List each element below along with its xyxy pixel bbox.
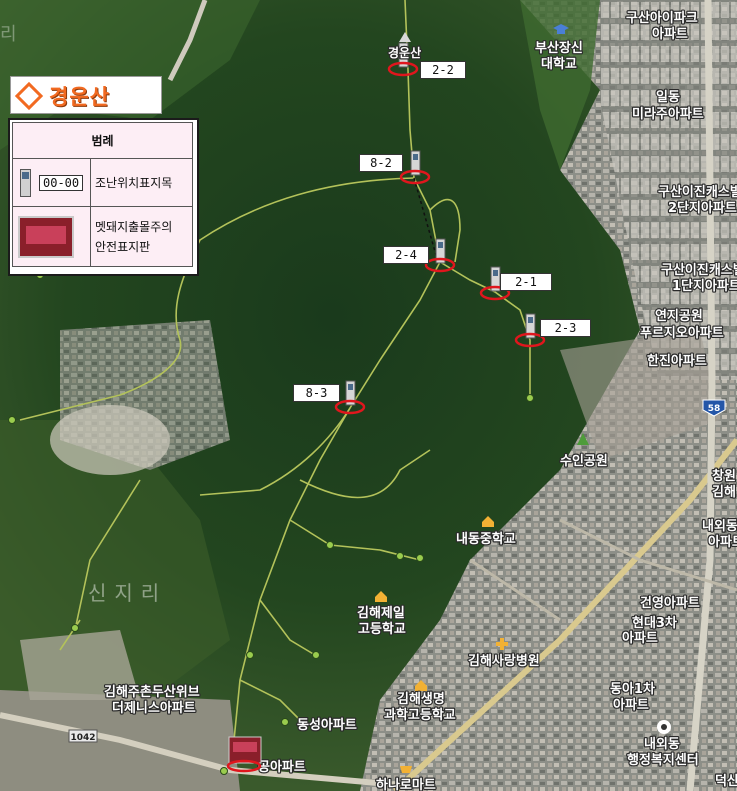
- label-saengmyeong-2: 과학고등학교: [384, 707, 456, 723]
- legend-row2-label-1: 멧돼지출몰주의: [95, 219, 173, 234]
- marker-code-8-3: 8-3: [293, 384, 340, 402]
- marker-code-2-3: 2-3: [540, 319, 591, 337]
- legend-header: 범례: [12, 122, 193, 159]
- label-university-2: 대학교: [541, 56, 577, 72]
- label-sinjiri: 신지리: [88, 581, 167, 605]
- label-geonyeong: 건영아파트: [640, 595, 700, 611]
- svg-text:58: 58: [708, 404, 721, 414]
- label-gusan-ipark-2: 아파트: [652, 26, 688, 42]
- label-gusan1-2: 1단지아파트: [672, 278, 737, 294]
- marker-post-window-3: [493, 270, 498, 276]
- label-university-1: 부산장신: [535, 40, 583, 56]
- label-naeoe-1: 내외동: [702, 518, 737, 534]
- label-gusan2-2: 2단지아파트: [668, 200, 737, 216]
- legend-code-sample: 00-00: [39, 174, 84, 191]
- label-saengmyeong-1: 김해생명: [397, 691, 445, 707]
- marker-post-window-4: [528, 317, 533, 323]
- marker-code-8-2: 8-2: [359, 154, 403, 172]
- label-deoksan: 덕산: [715, 773, 737, 789]
- label-peak: 경운산: [388, 45, 421, 60]
- marker-code-2-4: 2-4: [383, 246, 429, 264]
- label-gong: 공아파트: [258, 759, 306, 775]
- label-jeil-2: 고등학교: [358, 621, 406, 637]
- label-gusan-ipark-1: 구산아이파크: [626, 10, 698, 26]
- label-welfare-1: 내외동: [644, 736, 680, 752]
- label-welfare-2: 행정복지센터: [627, 752, 699, 768]
- label-duksan-1: 김해주촌두산위브: [104, 684, 200, 700]
- label-hanjin: 한진아파트: [647, 353, 707, 369]
- svg-text:1042: 1042: [70, 733, 95, 743]
- label-yeonji-1: 연지공원: [655, 309, 703, 324]
- label-gusan2-1: 구산이진캐스빌: [658, 184, 737, 200]
- label-yeonji-2: 푸르지오아파트: [640, 325, 724, 341]
- legend-row2-label-2: 안전표지판: [95, 239, 151, 254]
- label-donga-1: 동아1차: [610, 681, 655, 697]
- label-dongseong: 동성아파트: [297, 717, 357, 733]
- diamond-icon: [14, 81, 44, 111]
- government-icon: [657, 720, 671, 734]
- label-gusan1-1: 구산이진캐스빌: [661, 262, 737, 278]
- label-donga-2: 아파트: [613, 697, 649, 713]
- marker-code-2-2: 2-2: [420, 61, 466, 79]
- label-changwon-1: 창원: [712, 468, 736, 484]
- map-title: 경운산: [49, 85, 110, 109]
- label-naedong-mid: 내동중학교: [456, 531, 516, 547]
- marker-code-2-1: 2-1: [500, 273, 552, 291]
- map-title-box: 경운산: [10, 76, 162, 114]
- label-changwon-2: 김해: [712, 484, 736, 500]
- mart-icon: [400, 766, 412, 773]
- marker-post-window-1: [413, 154, 418, 160]
- label-naeoe-2: 아파트: [708, 534, 737, 550]
- label-sarang: 김해사랑병원: [468, 653, 540, 669]
- marker-post-icon: [20, 168, 31, 197]
- label-duksan-2: 더제니스아파트: [112, 700, 196, 716]
- legend: 범례 00-00 조난위치표지목 멧돼지출몰주의 안전표지판: [8, 118, 199, 276]
- route-1042-shield: 1042: [68, 729, 98, 743]
- label-jeil-1: 김해제일: [357, 605, 405, 621]
- warning-sign-icon: [18, 215, 74, 258]
- marker-post-window-5: [348, 384, 353, 390]
- label-hanaro: 하나로마트: [376, 777, 436, 791]
- label-ildong-2: 미라주아파트: [632, 106, 704, 122]
- label-ildong-1: 일동: [656, 90, 680, 105]
- marker-post-window-2: [438, 242, 443, 248]
- label-suin-park: 수인공원: [560, 453, 608, 469]
- legend-row1-label: 조난위치표지목: [90, 158, 193, 207]
- label-hyundai-1: 현대3차: [632, 615, 677, 631]
- label-hyundai-2: 아파트: [622, 630, 658, 646]
- label-corner: 리: [0, 24, 17, 45]
